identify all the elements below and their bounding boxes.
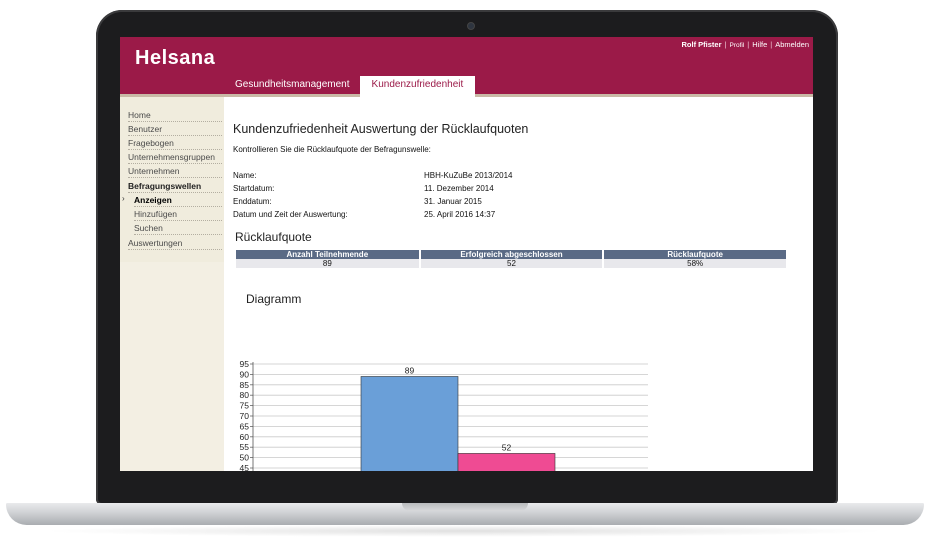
y-tick-label: 45 [240,463,250,471]
y-tick-label: 50 [240,453,250,463]
info-value-name: HBH-KuZuBe 2013/2014 [424,171,513,180]
table-header-quote: Rücklaufquote [603,250,788,259]
page-title: Kundenzufriedenheit Auswertung der Rückl… [233,122,529,136]
camera-icon [467,22,475,30]
y-tick-label: 65 [240,421,250,431]
bar [360,376,459,471]
info-label-name: Name: [233,171,257,180]
sidebar-item-unternehmensgruppen[interactable]: Unternehmensgruppen [128,151,222,164]
sidebar-item-suchen[interactable]: Suchen [134,222,222,235]
sidebar-item-benutzer[interactable]: Benutzer [128,123,222,136]
tab-kundenzufriedenheit[interactable]: Kundenzufriedenheit [359,76,476,97]
info-label-startdatum: Startdatum: [233,184,275,193]
tab-gesundheitsmanagement[interactable]: Gesundheitsmanagement [231,76,354,94]
table-row: 89 52 58% [236,259,788,268]
user-bar: Rolf Pfister | Profil | Hilfe | Abmelden [681,40,809,49]
info-label-auswertung: Datum und Zeit der Auswertung: [233,210,348,219]
help-link[interactable]: Hilfe [752,40,767,49]
current-item-marker-icon: › [122,194,125,203]
table-cell-teilnehmende: 89 [236,259,421,268]
main-tabs: Gesundheitsmanagement Kundenzufriedenhei… [231,76,481,97]
bar-data-label: 89 [405,365,415,375]
table-header-row: Anzahl Teilnehmende Erfolgreich abgeschl… [236,250,788,259]
bar [457,453,556,471]
logout-link[interactable]: Abmelden [775,40,809,49]
table-cell-quote: 58% [603,259,788,268]
info-label-enddatum: Enddatum: [233,197,272,206]
app-header: Helsana Rolf Pfister | Profil | Hilfe | Abmeld… [120,37,813,97]
y-tick-label: 60 [240,432,250,442]
info-value-enddatum: 31. Januar 2015 [424,197,482,206]
info-value-auswertung: 25. April 2016 14:37 [424,210,496,219]
sidebar-item-anzeigen[interactable]: Anzeigen [134,194,222,207]
table-header-teilnehmende: Anzahl Teilnehmende [236,250,421,259]
table-header-abgeschlossen: Erfolgreich abgeschlossen [419,250,605,259]
bar-data-label: 52 [502,442,512,452]
user-name: Rolf Pfister [681,40,722,49]
table-cell-abgeschlossen: 52 [419,259,605,268]
quote-heading: Rücklaufquote [235,230,312,244]
bar-chart: 354045505560657075808590958952 [240,359,648,471]
sidebar-item-unternehmen[interactable]: Unternehmen [128,165,222,178]
helsana-logo[interactable]: Helsana [135,47,215,70]
sidebar-item-hinzufuegen[interactable]: Hinzufügen [134,208,222,221]
y-tick-label: 55 [240,442,250,452]
y-tick-label: 80 [240,390,250,400]
main-content: Kundenzufriedenheit Auswertung der Rückl… [233,99,808,471]
profile-link[interactable]: Profil [729,42,744,49]
chart-heading: Diagramm [246,292,302,306]
instruction-text: Kontrollieren Sie die Rücklaufquote der … [233,145,431,154]
y-tick-label: 95 [240,359,250,369]
sidebar-item-auswertungen[interactable]: Auswertungen [128,237,222,250]
y-tick-label: 85 [240,380,250,390]
sidebar: Home Benutzer Fragebogen Unternehmensgru… [120,97,224,471]
y-tick-label: 75 [240,401,250,411]
sidebar-item-befragungswellen[interactable]: Befragungswellen [128,180,222,193]
screen: Helsana Rolf Pfister | Profil | Hilfe | Abmeld… [120,37,813,471]
info-value-startdatum: 11. Dezember 2014 [424,184,494,193]
y-tick-label: 90 [240,369,250,379]
laptop-shadow [40,525,890,537]
y-tick-label: 70 [240,411,250,421]
sidebar-item-home[interactable]: Home [128,109,222,122]
sidebar-item-fragebogen[interactable]: Fragebogen [128,137,222,150]
quote-table: Anzahl Teilnehmende Erfolgreich abgeschl… [236,250,788,268]
laptop-notch [402,503,528,511]
